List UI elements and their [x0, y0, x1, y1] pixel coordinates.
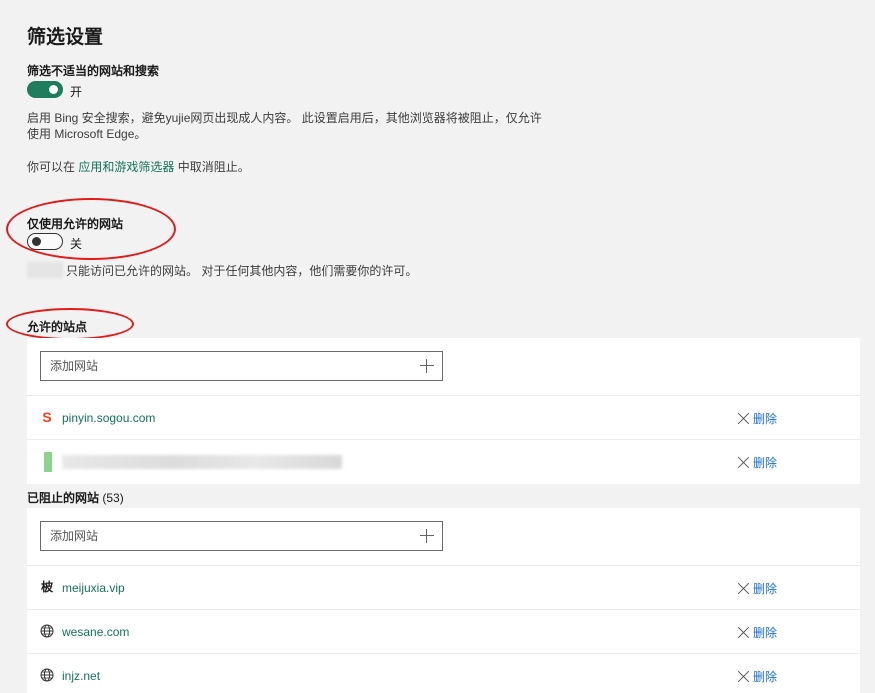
blocked-sites-heading: 已阻止的网站 (53) [27, 489, 124, 506]
site-name[interactable]: pinyin.sogou.com [62, 411, 155, 425]
blocked-sites-panel: 柀 meijuxia.vip 删除 wesane.com 删除 injz.net… [27, 508, 860, 693]
unblock-prefix: 你可以在 [27, 160, 79, 174]
allowed-only-toggle-label: 关 [70, 237, 83, 251]
add-allowed-site-input[interactable] [40, 351, 443, 381]
filter-heading: 筛选不适当的网站和搜索 [27, 64, 160, 78]
page-title: 筛选设置 [27, 27, 104, 48]
delete-label: 删除 [753, 411, 778, 426]
blocked-sites-title: 已阻止的网站 [27, 491, 100, 505]
blurred-site-icon [44, 452, 52, 472]
list-item: injz.net 删除 [27, 654, 860, 693]
list-item: 删除 [27, 440, 860, 484]
allowed-only-description: 只能访问已允许的网站。 对于任何其他内容，他们需要你的许可。 [66, 264, 418, 278]
close-icon [738, 413, 749, 424]
delete-label: 删除 [753, 669, 778, 684]
list-item: wesane.com 删除 [27, 610, 860, 654]
site-name[interactable]: meijuxia.vip [62, 581, 125, 595]
allowed-sites-heading: 允许的站点 [27, 320, 88, 334]
globe-icon [40, 668, 54, 682]
delete-label: 删除 [753, 581, 778, 596]
close-icon [738, 583, 749, 594]
list-item: 柀 meijuxia.vip 删除 [27, 566, 860, 610]
close-icon [738, 627, 749, 638]
plus-icon[interactable] [420, 359, 434, 373]
delete-button[interactable]: 删除 [738, 580, 777, 596]
toggle-knob [32, 237, 41, 246]
meijuxia-icon: 柀 [40, 580, 53, 594]
blocked-sites-count: (53) [102, 491, 124, 505]
site-name[interactable]: injz.net [62, 669, 100, 683]
sogou-icon: S [42, 409, 52, 425]
plus-icon[interactable] [420, 529, 434, 543]
add-allowed-site-row [27, 338, 860, 396]
site-name[interactable]: wesane.com [62, 625, 129, 639]
add-blocked-site-row [27, 508, 860, 566]
app-game-filter-link[interactable]: 应用和游戏筛选器 [78, 160, 174, 174]
delete-label: 删除 [753, 455, 778, 470]
delete-button[interactable]: 删除 [738, 624, 777, 640]
filter-toggle-label: 开 [70, 85, 83, 99]
unblock-suffix: 中取消阻止。 [174, 160, 250, 174]
close-icon [738, 457, 749, 468]
allowed-only-heading: 仅使用允许的网站 [27, 217, 124, 231]
filter-desc-line1: 启用 Bing 安全搜索，避免yujie网页出现成人内容。 此设置启用后，其他浏… [27, 111, 542, 125]
list-item: S pinyin.sogou.com 删除 [27, 396, 860, 440]
filter-desc-line2: 使用 Microsoft Edge。 [27, 127, 147, 141]
toggle-knob [49, 85, 58, 94]
allowed-only-toggle[interactable] [27, 233, 63, 250]
delete-button[interactable]: 删除 [738, 410, 777, 426]
globe-icon [40, 624, 54, 638]
delete-button[interactable]: 删除 [738, 454, 777, 470]
filter-description: 启用 Bing 安全搜索，避免yujie网页出现成人内容。 此设置启用后，其他浏… [27, 110, 542, 142]
blurred-name [27, 262, 63, 278]
filter-toggle[interactable] [27, 81, 63, 98]
unblock-hint: 你可以在 应用和游戏筛选器 中取消阻止。 [27, 159, 250, 175]
close-icon [738, 671, 749, 682]
allowed-sites-panel: S pinyin.sogou.com 删除 删除 [27, 338, 860, 484]
add-blocked-site-input[interactable] [40, 521, 443, 551]
delete-label: 删除 [753, 625, 778, 640]
blurred-site-name [62, 455, 342, 469]
delete-button[interactable]: 删除 [738, 668, 777, 684]
